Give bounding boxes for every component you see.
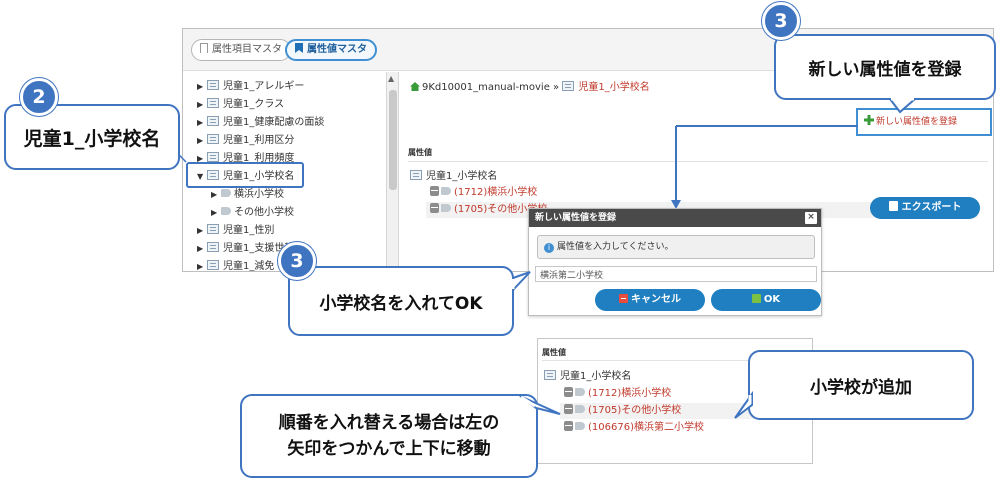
callout-tail — [519, 395, 561, 415]
